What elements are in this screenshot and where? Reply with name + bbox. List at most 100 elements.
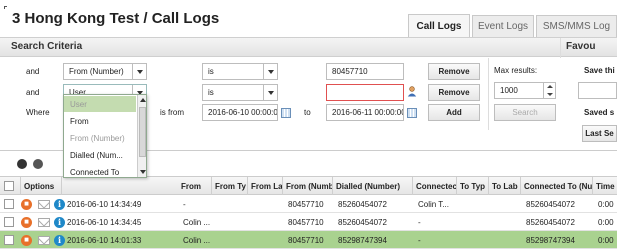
calendar-icon[interactable] (407, 108, 417, 118)
saved-searches-label: Saved s (584, 108, 615, 117)
info-icon[interactable]: i (51, 213, 65, 231)
settings-icon[interactable] (33, 159, 43, 169)
column-header-from-label[interactable]: From La (248, 177, 283, 196)
row-checkbox[interactable] (1, 195, 14, 213)
max-results-value: 1000 (500, 86, 518, 95)
operator-select-2-value: is (208, 88, 214, 97)
select-all-checkbox[interactable] (4, 181, 14, 191)
conj-label-3: Where (26, 108, 50, 117)
row-checkbox[interactable] (1, 231, 14, 249)
cell-connected: - (418, 217, 421, 227)
search-criteria-title: Search Criteria (11, 41, 83, 52)
cell-time: 0:00 (598, 235, 614, 245)
mail-icon[interactable] (35, 195, 50, 213)
chevron-down-icon (263, 64, 277, 79)
field-select-1-value: From (Number) (69, 67, 124, 76)
stop-icon[interactable]: ■ (18, 213, 32, 231)
date-from-input[interactable]: 2016-06-10 00:00:00 (202, 104, 278, 121)
column-header-to-type[interactable]: To Typ (457, 177, 489, 196)
scroll-up-icon[interactable] (140, 98, 146, 102)
scroll-thumb[interactable] (139, 107, 146, 157)
column-header-from[interactable]: From (178, 177, 212, 196)
tab-call-logs[interactable]: Call Logs (408, 14, 470, 37)
value-input-1[interactable]: 80457710 (326, 63, 404, 80)
field-select-1[interactable]: From (Number) (63, 63, 147, 80)
cell-time: 0:00 (598, 199, 614, 209)
to-label: to (304, 108, 311, 117)
field-dropdown-list[interactable]: User From From (Number) Dialled (Num... … (63, 94, 147, 178)
scroll-down-icon[interactable] (140, 170, 146, 174)
chevron-down-icon (263, 85, 277, 100)
column-header-options[interactable]: Options (20, 177, 62, 196)
column-header-to-label[interactable]: To Lab (489, 177, 521, 196)
last-search-button[interactable]: Last Se (582, 125, 617, 142)
max-results-label: Max results: (494, 66, 538, 75)
operator-select-1-value: is (208, 67, 214, 76)
cell-dialled: 85260454072 (338, 217, 387, 227)
conj-label-1: and (26, 67, 40, 76)
operator-select-2[interactable]: is (202, 84, 278, 101)
row-checkbox[interactable] (1, 213, 14, 231)
column-header-dialled-number[interactable]: Dialled (Number) (333, 177, 413, 196)
chevron-down-icon (132, 64, 146, 79)
column-header-connected-to-number[interactable]: Connected To (Nu (521, 177, 593, 196)
cell-datetime: 2016-06-10 14:34:45 (67, 217, 142, 227)
table-row-selected[interactable]: ■ i 2016-06-10 14:01:33 Colin ... 804577… (0, 231, 617, 249)
cell-connected-to: 85298747394 (526, 235, 575, 245)
dropdown-scrollbar[interactable] (137, 95, 146, 177)
stepper-down-icon[interactable] (547, 93, 553, 97)
calendar-icon[interactable] (281, 108, 291, 118)
dropdown-option-connected-to[interactable]: Connected To (64, 164, 136, 177)
info-icon[interactable]: i (51, 231, 65, 249)
between-label: is from (160, 108, 184, 117)
tab-sms-mms-logs[interactable]: SMS/MMS Log (536, 15, 617, 37)
tab-event-logs[interactable]: Event Logs (472, 15, 534, 37)
favourites-title: Favou (566, 41, 596, 52)
column-header-from-number[interactable]: From (Numb (283, 177, 333, 196)
favourite-name-input[interactable] (578, 82, 617, 99)
dropdown-option-from-number[interactable]: From (Number) (64, 130, 136, 146)
remove-button-1[interactable]: Remove (428, 63, 480, 80)
date-to-input[interactable]: 2016-06-11 00:00:00 (326, 104, 404, 121)
remove-button-2[interactable]: Remove (428, 84, 480, 101)
stop-icon[interactable]: ■ (18, 195, 32, 213)
add-button[interactable]: Add (428, 104, 480, 121)
save-this-label: Save thi (584, 66, 615, 75)
cell-dialled: 85298747394 (338, 235, 387, 245)
value-input-2[interactable] (326, 84, 404, 101)
cell-from-number: 80457710 (288, 199, 324, 209)
cell-datetime: 2016-06-10 14:01:33 (67, 235, 142, 245)
search-button[interactable]: Search (494, 104, 556, 121)
table-header: Options From From Ty From La From (Numb … (0, 176, 617, 196)
stepper-up-icon[interactable] (547, 84, 553, 88)
dropdown-option-from[interactable]: From (64, 113, 136, 129)
search-criteria-header (0, 37, 617, 57)
operator-select-1[interactable]: is (202, 63, 278, 80)
mail-icon[interactable] (35, 213, 50, 231)
cell-connected: Colin T... (418, 199, 449, 209)
cell-user: - (183, 199, 186, 209)
cell-from-number: 80457710 (288, 235, 324, 245)
column-header-connected[interactable]: Connectec (413, 177, 457, 196)
column-header-from-type[interactable]: From Ty (212, 177, 248, 196)
cell-from-number: 80457710 (288, 217, 324, 227)
refresh-icon[interactable] (17, 159, 27, 169)
column-header-time[interactable]: Time (593, 177, 617, 196)
user-picker-icon[interactable] (407, 86, 417, 97)
max-results-divider (488, 58, 489, 130)
corner-mark (4, 6, 7, 9)
cell-time: 0:00 (598, 217, 614, 227)
page-title: 3 Hong Kong Test / Call Logs (12, 10, 220, 27)
cell-user: Colin ... (183, 217, 211, 227)
info-icon[interactable]: i (51, 195, 65, 213)
table-row[interactable]: ■ i 2016-06-10 14:34:45 Colin ... 804577… (0, 213, 617, 231)
max-results-stepper[interactable] (543, 82, 556, 99)
stop-icon[interactable]: ■ (18, 231, 32, 249)
table-row[interactable]: ■ i 2016-06-10 14:34:49 - 80457710 85260… (0, 195, 617, 213)
conj-label-2: and (26, 88, 40, 97)
dropdown-option-dialled-number[interactable]: Dialled (Num... (64, 147, 136, 163)
cell-dialled: 85260454072 (338, 199, 387, 209)
cell-connected: - (418, 235, 421, 245)
dropdown-option-user[interactable]: User (64, 96, 136, 112)
mail-icon[interactable] (35, 231, 50, 249)
